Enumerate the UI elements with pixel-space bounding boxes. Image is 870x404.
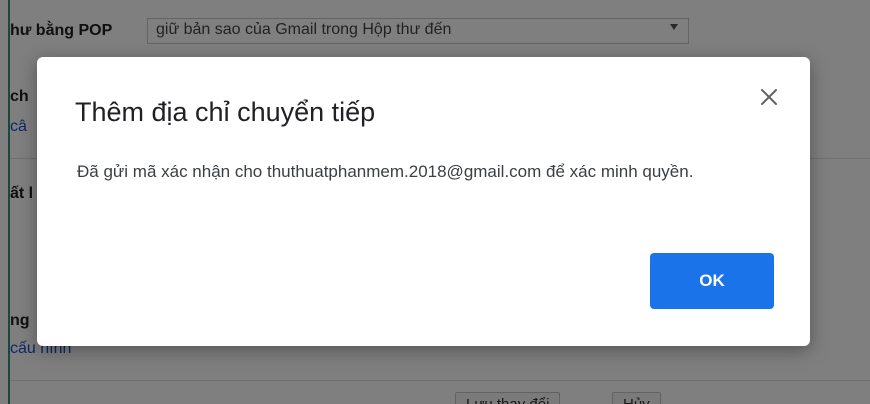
dialog-title: Thêm địa chỉ chuyển tiếp	[75, 97, 376, 127]
ok-button[interactable]: OK	[650, 253, 774, 309]
dialog-message: Đã gửi mã xác nhận cho thuthuatphanmem.2…	[77, 162, 694, 181]
gmail-settings-page: hư bằng POP giữ bản sao của Gmail trong …	[0, 0, 870, 404]
close-icon	[761, 89, 777, 105]
add-forwarding-address-dialog: Thêm địa chỉ chuyển tiếp Đã gửi mã xác n…	[37, 57, 810, 346]
close-button[interactable]	[757, 85, 781, 109]
